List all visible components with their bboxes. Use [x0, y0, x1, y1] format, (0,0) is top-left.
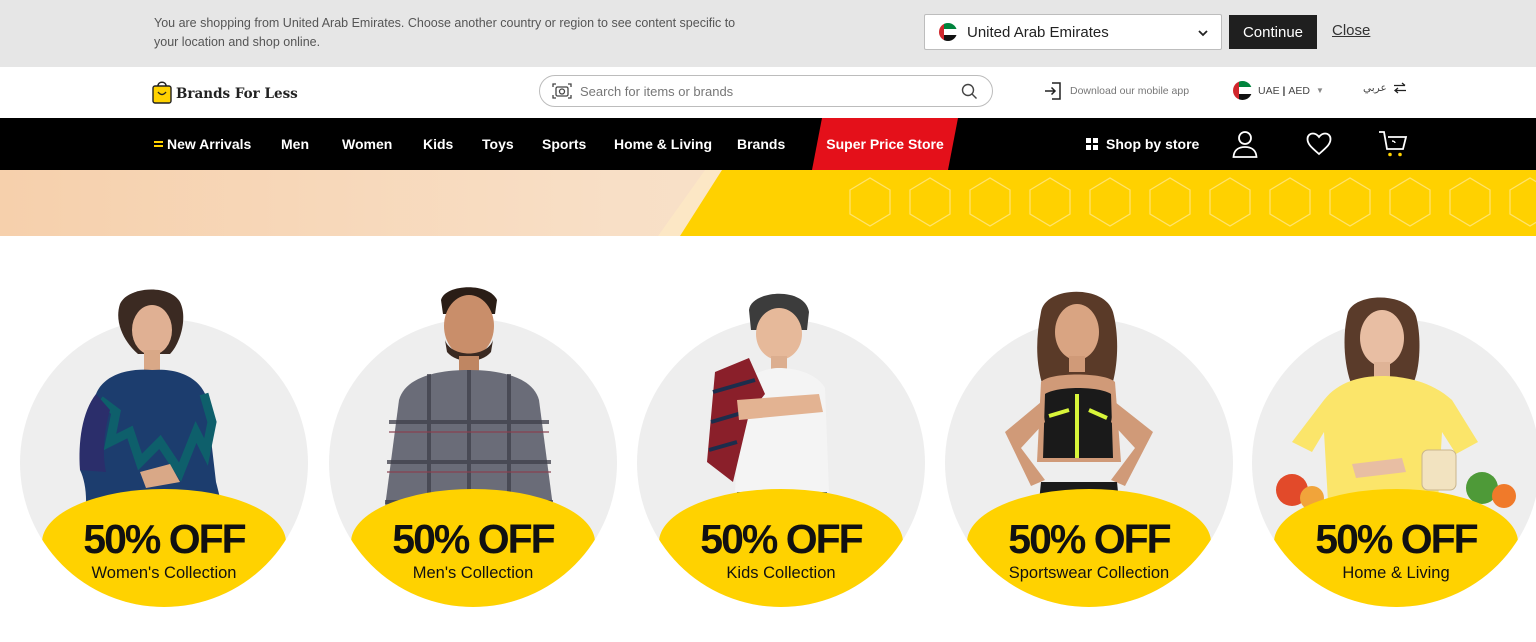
locale-selector[interactable]: UAE | AED ▼: [1233, 81, 1324, 100]
search-icon[interactable]: [961, 83, 978, 100]
category-mens-collection[interactable]: 50% OFF Men's Collection: [329, 282, 619, 612]
nav-item-women[interactable]: Women: [342, 118, 392, 170]
category-label: Women's Collection: [91, 564, 237, 582]
category-label: Men's Collection: [412, 564, 534, 582]
nav-item-sports[interactable]: Sports: [542, 118, 586, 170]
logo[interactable]: Brands For Less: [152, 78, 298, 109]
category-home-living[interactable]: 50% OFF Home & Living: [1252, 282, 1536, 612]
main-nav: New Arrivals Men Women Kids Toys Sports …: [0, 118, 1536, 170]
category-sportswear-collection[interactable]: 50% OFF Sportswear Collection: [945, 282, 1235, 612]
nav-item-kids[interactable]: Kids: [423, 118, 453, 170]
nav-item-home-living[interactable]: Home & Living: [614, 118, 712, 170]
nav-item-men[interactable]: Men: [281, 118, 309, 170]
category-label: Home & Living: [1342, 564, 1450, 582]
continue-button[interactable]: Continue: [1229, 15, 1317, 49]
category-womens-collection[interactable]: 50% OFF Women's Collection: [20, 282, 310, 612]
menu-icon: [154, 139, 163, 149]
offer-text: 50% OFF: [1008, 516, 1171, 562]
offer-text: 50% OFF: [392, 516, 555, 562]
close-link[interactable]: Close: [1332, 22, 1370, 39]
swap-arrows-icon: [1393, 82, 1406, 94]
nav-item-brands[interactable]: Brands: [737, 118, 785, 170]
shop-by-store-button[interactable]: Shop by store: [1086, 118, 1199, 170]
login-arrow-icon: [1045, 82, 1061, 100]
offer-text: 50% OFF: [700, 516, 863, 562]
grid-icon: [1086, 138, 1098, 150]
locale-separator: |: [1282, 84, 1286, 97]
banner-hex-pattern: [849, 177, 1536, 227]
category-label: Kids Collection: [726, 564, 836, 582]
search-input[interactable]: [580, 83, 940, 99]
promo-banner[interactable]: [0, 170, 1536, 236]
category-kids-collection[interactable]: 50% OFF Kids Collection: [637, 282, 927, 612]
caret-down-icon: ▼: [1315, 86, 1324, 95]
offer-text: 50% OFF: [83, 516, 246, 562]
shopping-bag-icon: [152, 78, 172, 109]
country-dropdown[interactable]: United Arab Emirates: [924, 14, 1222, 50]
locale-currency: AED: [1288, 84, 1310, 97]
search-bar[interactable]: [539, 75, 993, 107]
category-label: Sportswear Collection: [1008, 564, 1170, 582]
heart-icon[interactable]: [1306, 132, 1332, 156]
nav-item-new-arrivals[interactable]: New Arrivals: [154, 118, 251, 170]
nav-item-toys[interactable]: Toys: [482, 118, 514, 170]
language-label: عربي: [1363, 82, 1387, 94]
country-selector-bar: You are shopping from United Arab Emirat…: [0, 0, 1536, 67]
language-toggle[interactable]: عربي: [1363, 82, 1407, 94]
locale-country: UAE: [1258, 84, 1280, 97]
cart-icon[interactable]: [1378, 129, 1408, 159]
logo-text: Brands For Less: [176, 85, 298, 102]
download-app-link[interactable]: Download our mobile app: [1043, 81, 1189, 101]
country-dropdown-value: United Arab Emirates: [967, 23, 1109, 41]
chevron-down-icon: [1197, 26, 1209, 43]
uae-flag-icon: [1233, 81, 1252, 100]
offer-text: 50% OFF: [1315, 516, 1478, 562]
nav-item-super-price-store[interactable]: Super Price Store: [812, 118, 958, 170]
shop-by-store-label: Shop by store: [1106, 136, 1200, 152]
download-app-label: Download our mobile app: [1070, 85, 1190, 97]
uae-flag-icon: [939, 23, 957, 41]
country-message: You are shopping from United Arab Emirat…: [154, 16, 736, 49]
user-icon[interactable]: [1232, 130, 1258, 158]
camera-icon[interactable]: [552, 82, 572, 100]
nav-label: New Arrivals: [167, 136, 252, 152]
site-header: Brands For Less Download our mobile app …: [0, 67, 1536, 118]
